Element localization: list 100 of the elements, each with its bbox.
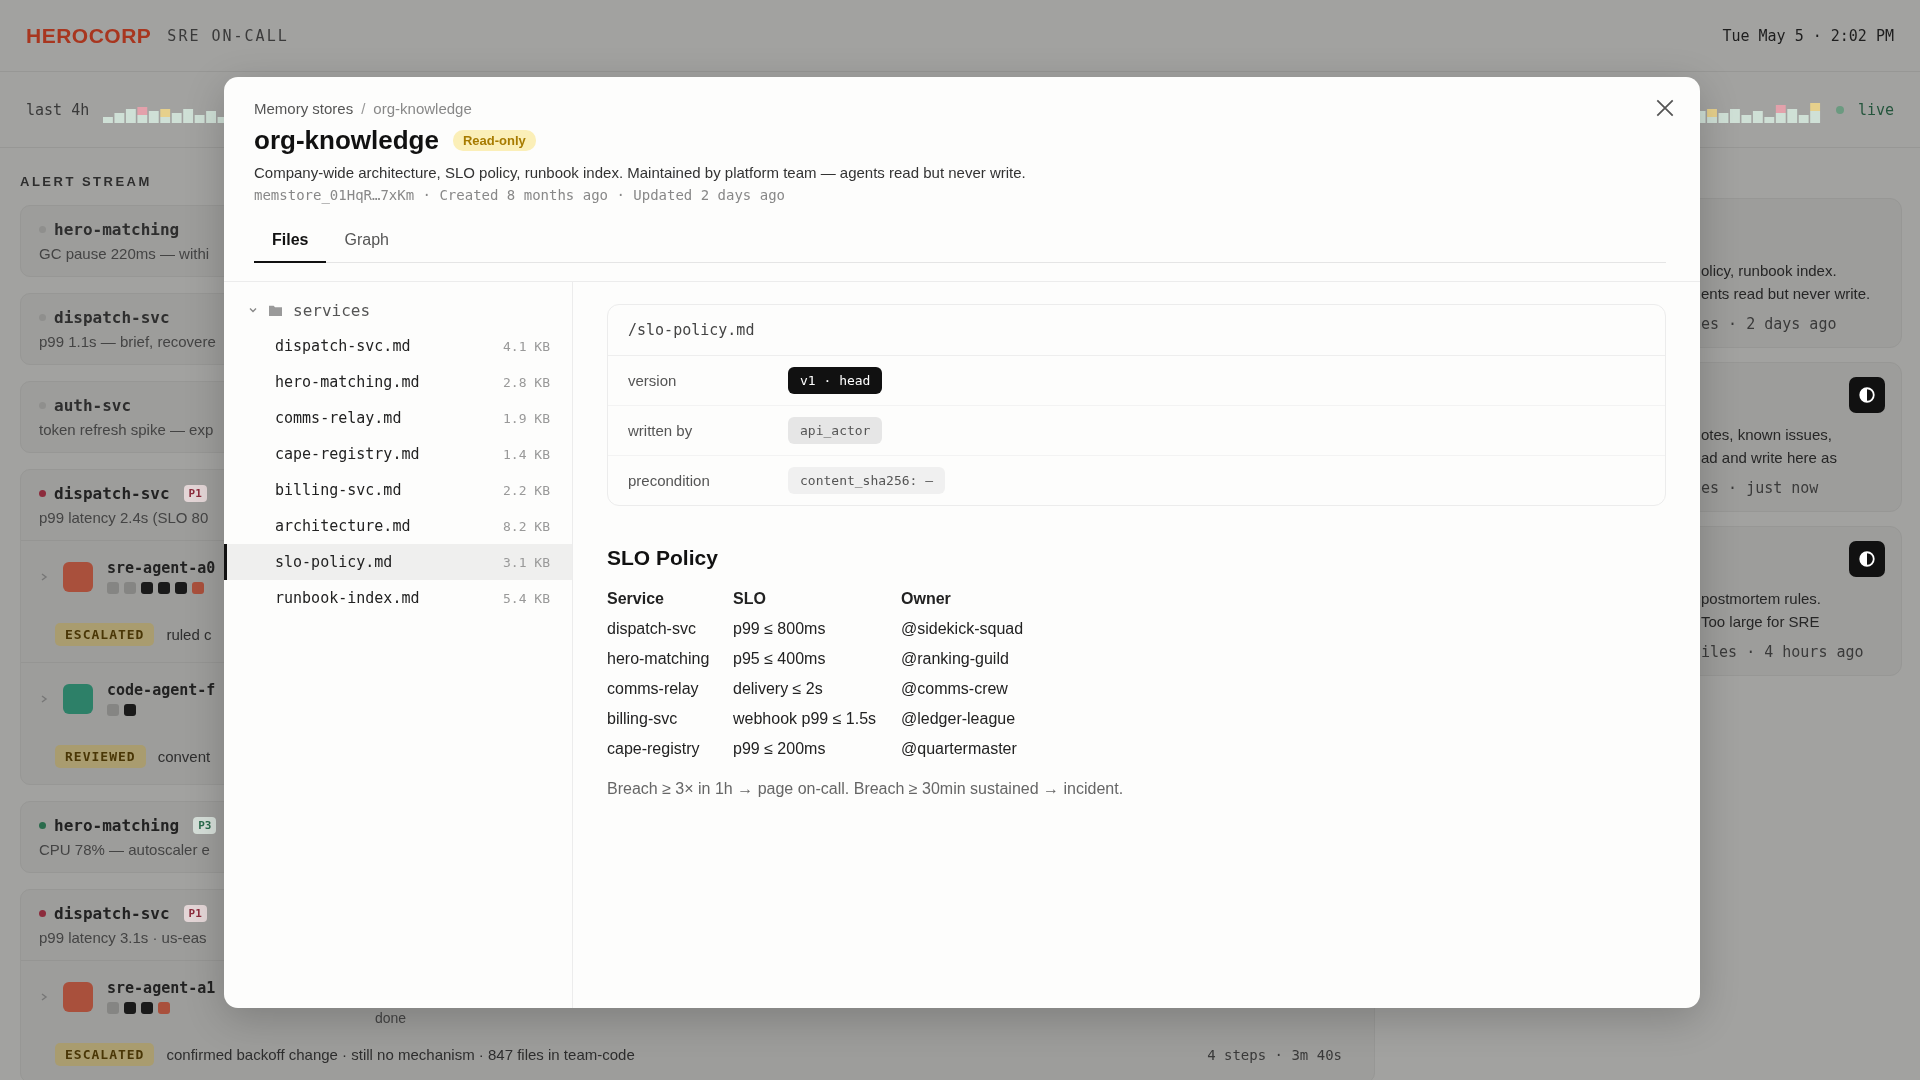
clock: Tue May 5 · 2:02 PM: [1722, 26, 1894, 45]
memory-description: postmortem rules. Too large for SRE: [1701, 589, 1823, 632]
column-header: Owner: [901, 590, 952, 609]
file-size: 2.2 KB: [503, 482, 550, 498]
file-item[interactable]: comms-relay.md 1.9 KB: [224, 400, 572, 436]
table-cell-text: @comms-crew: [901, 679, 1009, 699]
alert-summary: p99 latency 2.4s (SLO 80: [39, 509, 209, 526]
doc-heading: SLO Policy: [607, 546, 719, 570]
file-name: hero-matching.md: [275, 373, 420, 391]
file-item[interactable]: cape-registry.md 1.4 KB: [224, 436, 572, 472]
file-item[interactable]: architecture.md 8.2 KB: [224, 508, 572, 544]
service-name: dispatch-svc: [54, 308, 170, 327]
section-title: ALERT STREAM: [20, 174, 152, 189]
file-size: 1.4 KB: [503, 446, 550, 462]
service-name: hero-matching: [54, 220, 180, 239]
file-name: cape-registry.md: [275, 445, 420, 463]
file-name: billing-svc.md: [275, 481, 402, 499]
file-size: 2.8 KB: [503, 374, 550, 390]
memory-description: otes, known issues, ad and write here as: [1701, 425, 1838, 468]
table-cell-text: delivery ≤ 2s: [733, 679, 824, 699]
file-size: 3.1 KB: [503, 554, 550, 570]
property-label: version: [628, 372, 678, 389]
file-size: 5.4 KB: [503, 590, 550, 606]
property-value: api_actor: [788, 417, 883, 444]
memory-description: olicy, runbook index. ents read but never write.: [1701, 261, 1872, 304]
table-cell-text: @ranking-guild: [901, 649, 1010, 669]
service-name: hero-matching: [54, 816, 180, 835]
store-description: Company-wide architecture, SLO policy, runbook index. Maintained by platform team — agents read but never write.: [254, 164, 1027, 181]
live-dot-icon: [1835, 105, 1844, 114]
app-subtitle: SRE ON-CALL: [167, 26, 289, 45]
file-size: 1.9 KB: [503, 410, 550, 426]
modal-title: org-knowledge: [254, 125, 439, 156]
table-cell-text: cape-registry: [607, 739, 701, 759]
file-name: dispatch-svc.md: [275, 337, 411, 355]
verdict-badge: ESCALATED: [55, 623, 155, 646]
file-item[interactable]: billing-svc.md 2.2 KB: [224, 472, 572, 508]
read-only-badge: Read-only: [452, 130, 536, 151]
file-size: 4.1 KB: [503, 338, 550, 354]
table-cell-text: webhook p99 ≤ 1.5s: [733, 709, 878, 729]
table-cell: billing-svc: [607, 708, 733, 738]
breadcrumb-current: org-knowledge: [373, 99, 472, 117]
verdict-badge: ESCALATED: [55, 1043, 155, 1066]
memory-meta: es · just now: [1701, 479, 1820, 497]
table-cell-text: @ledger-league: [901, 709, 1017, 729]
file-item[interactable]: dispatch-svc.md 4.1 KB: [224, 328, 572, 364]
file-item[interactable]: hero-matching.md 2.8 KB: [224, 364, 572, 400]
agent-name: code-agent-f: [107, 681, 216, 699]
time-range: last 4h: [26, 100, 90, 119]
file-path: /slo-policy.md: [608, 305, 1665, 356]
memory-meta: iles · 4 hours ago: [1701, 643, 1865, 661]
folder-row[interactable]: services: [224, 298, 572, 328]
table-cell-text: @sidekick-squad: [901, 619, 1025, 639]
property-label: written by: [628, 422, 694, 439]
agent-name: sre-agent-a0: [107, 559, 216, 577]
alert-summary: CPU 78% — autoscaler e: [39, 841, 210, 858]
verdict-badge: REVIEWED: [55, 745, 146, 768]
live-status: live: [1857, 100, 1894, 119]
priority-badge: P3: [193, 817, 217, 834]
file-size: 8.2 KB: [503, 518, 550, 534]
file-name: runbook-index.md: [275, 589, 420, 607]
alert-summary: token refresh spike — exp: [39, 421, 214, 438]
breadcrumb-link[interactable]: Memory stores: [254, 99, 354, 117]
table-cell-text: @quartermaster: [901, 739, 1018, 759]
agent-status: done: [375, 1010, 407, 1026]
table-cell-text: p99 ≤ 800ms: [733, 619, 827, 639]
service-name: auth-svc: [54, 396, 132, 415]
property-value: v1 · head: [788, 367, 883, 394]
file-name: architecture.md: [275, 517, 411, 535]
verdict-note: convent: [157, 748, 211, 765]
priority-badge: P1: [183, 485, 207, 502]
alert-summary: p99 1.1s — brief, recovere: [39, 333, 216, 350]
contrast-icon[interactable]: [1849, 541, 1885, 577]
property-value: content_sha256: —: [788, 467, 946, 494]
column-header: Service: [607, 590, 733, 618]
verdict-note: confirmed backoff change · still no mechanism · 847 files in team-code: [166, 1046, 635, 1063]
table-cell-text: p99 ≤ 200ms: [733, 739, 827, 759]
tab[interactable]: Files: [254, 223, 327, 263]
app-logo: HEROCORP: [26, 23, 152, 48]
file-item[interactable]: slo-policy.md 3.1 KB: [224, 544, 572, 580]
table-cell-text: p95 ≤ 400ms: [733, 649, 827, 669]
verdict-note: ruled c: [166, 626, 212, 643]
store-meta: memstore_01HqR…7xKm · Created 8 months ago · Updated 2 days ago: [254, 187, 786, 203]
file-item[interactable]: runbook-index.md 5.4 KB: [224, 580, 572, 616]
run-stats: 4 steps · 3m 40s: [1207, 1046, 1342, 1063]
alert-summary: GC pause 220ms — withi: [39, 245, 210, 262]
column-header: SLO: [733, 590, 901, 618]
folder-icon: [268, 303, 283, 317]
contrast-icon[interactable]: [1849, 377, 1885, 413]
close-icon[interactable]: [1654, 97, 1676, 119]
table-cell-text: hero-matching: [607, 649, 711, 669]
table-cell: comms-relay: [607, 678, 733, 708]
property-label: precondition: [628, 472, 711, 489]
memory-meta: es · 2 days ago: [1701, 315, 1838, 333]
file-name: comms-relay.md: [275, 409, 402, 427]
table-cell-text: dispatch-svc: [607, 619, 697, 639]
priority-badge: P1: [183, 905, 207, 922]
tab[interactable]: Graph: [326, 223, 407, 263]
service-name: dispatch-svc: [54, 904, 170, 923]
breadcrumb-separator: /: [361, 99, 366, 117]
alert-summary: p99 latency 3.1s · us-eas: [39, 929, 207, 946]
